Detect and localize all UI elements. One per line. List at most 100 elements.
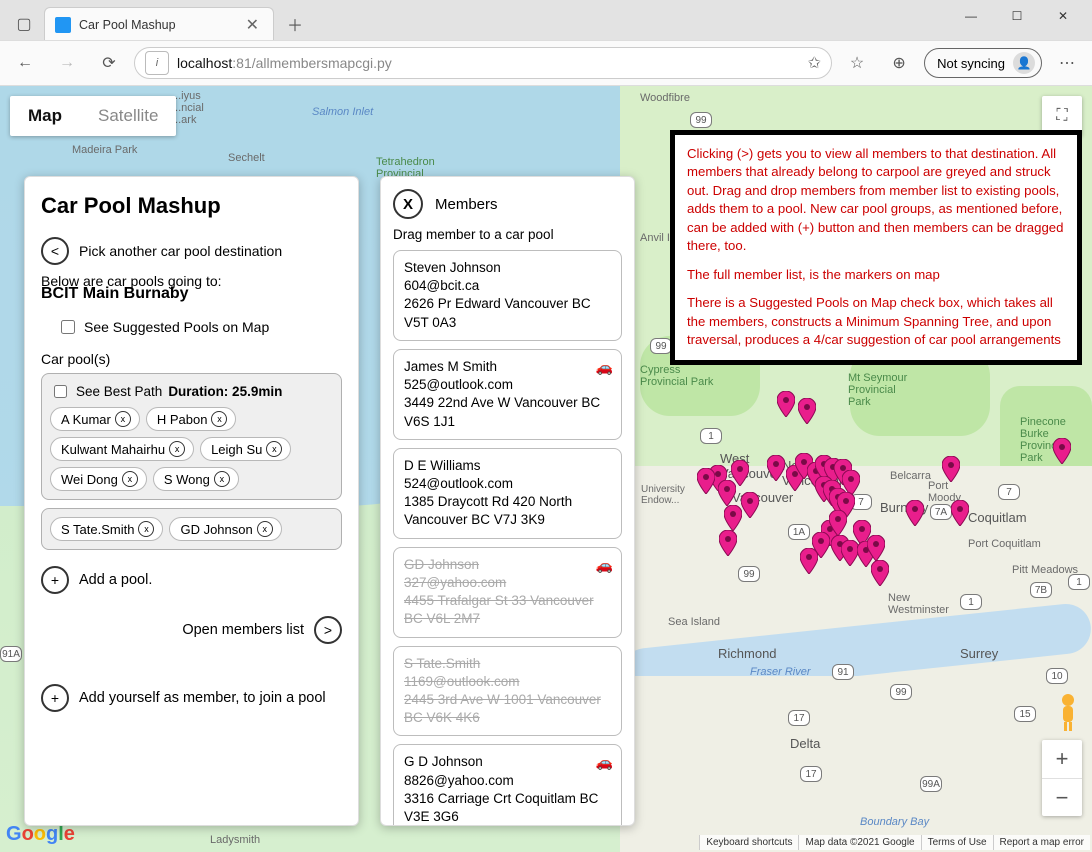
map-marker[interactable] — [800, 548, 818, 574]
member-card[interactable]: G D Johnson8826@yahoo.com3316 Carriage C… — [393, 744, 622, 826]
suggested-label: See Suggested Pools on Map — [84, 319, 269, 335]
new-tab-button[interactable]: ＋ — [280, 9, 310, 39]
maximize-button[interactable]: ☐ — [994, 0, 1040, 32]
pool-member-tag[interactable]: H Pabonx — [146, 407, 237, 431]
remove-tag-icon[interactable]: x — [266, 441, 282, 457]
favorite-icon[interactable]: ✩ — [808, 53, 821, 73]
map-marker[interactable] — [1053, 438, 1071, 464]
favorites-icon[interactable]: ☆ — [840, 46, 874, 80]
collections-icon[interactable]: ⊕ — [882, 46, 916, 80]
member-card[interactable]: D E Williams524@outlook.com1385 Draycott… — [393, 448, 622, 539]
best-path-checkbox[interactable] — [54, 385, 67, 398]
zoom-out-button[interactable]: − — [1042, 778, 1082, 816]
map-type-switcher[interactable]: Map Satellite — [10, 96, 176, 136]
google-logo: Google — [6, 823, 75, 846]
pool-member-tag[interactable]: Leigh Su x — [200, 437, 291, 461]
open-members-button[interactable]: > — [314, 616, 342, 644]
map-marker[interactable] — [697, 468, 715, 494]
tag-label: Leigh Su — [211, 442, 262, 457]
more-menu-icon[interactable]: ⋯ — [1050, 46, 1084, 80]
close-tab-icon[interactable]: ✕ — [242, 15, 263, 35]
best-path-label: See Best Path — [76, 384, 162, 399]
close-members-button[interactable]: X — [393, 189, 423, 219]
map-marker[interactable] — [719, 530, 737, 556]
main-panel: Car Pool Mashup < Pick another car pool … — [24, 176, 359, 826]
map-marker[interactable] — [741, 492, 759, 518]
map-marker[interactable] — [829, 510, 847, 536]
pool-member-tag[interactable]: GD Johnsonx — [169, 517, 281, 541]
member-card[interactable]: GD Johnson327@yahoo.com4455 Trafalgar St… — [393, 547, 622, 638]
refresh-button[interactable]: ⟳ — [92, 46, 126, 80]
back-to-destinations-button[interactable]: < — [41, 237, 69, 265]
remove-tag-icon[interactable]: x — [214, 471, 230, 487]
hwy-shield: 1A — [788, 524, 810, 540]
map-marker[interactable] — [951, 500, 969, 526]
pool-group[interactable]: S Tate.SmithxGD Johnsonx — [41, 508, 342, 550]
pool-member-tag[interactable]: Kulwant Mahairhux — [50, 437, 194, 461]
map-marker[interactable] — [871, 560, 889, 586]
browser-tab[interactable]: Car Pool Mashup ✕ — [44, 7, 274, 41]
tag-label: S Wong — [164, 472, 210, 487]
url-text: localhost:81/allmembersmapcgi.py — [177, 55, 392, 71]
map-label: Madeira Park — [72, 144, 137, 156]
map-label: Woodfibre — [640, 92, 690, 104]
remove-tag-icon[interactable]: x — [115, 411, 131, 427]
member-email: 8826@yahoo.com — [404, 772, 611, 790]
address-bar[interactable]: i localhost:81/allmembersmapcgi.py ✩ — [134, 47, 832, 79]
add-self-button[interactable]: + — [41, 684, 69, 712]
tag-label: A Kumar — [61, 412, 111, 427]
back-button[interactable]: ← — [8, 46, 42, 80]
remove-tag-icon[interactable]: x — [138, 521, 154, 537]
map-marker[interactable] — [942, 456, 960, 482]
remove-tag-icon[interactable]: x — [211, 411, 227, 427]
map-marker[interactable] — [906, 500, 924, 526]
member-card[interactable]: S Tate.Smith1169@outlook.com2445 3rd Ave… — [393, 646, 622, 737]
map-marker[interactable] — [777, 391, 795, 417]
pick-dest-label: Pick another car pool destination — [79, 243, 282, 259]
remove-tag-icon[interactable]: x — [257, 521, 273, 537]
forward-button[interactable]: → — [50, 46, 84, 80]
pool-group[interactable]: See Best Path Duration: 25.9min A Kumar x… — [41, 373, 342, 500]
footer-report[interactable]: Report a map error — [993, 835, 1090, 850]
map-canvas[interactable]: Woodfibre ...iyus ...ncial ...ark Salmon… — [0, 86, 1092, 852]
pool-member-tag[interactable]: Wei Dongx — [50, 467, 147, 491]
add-pool-button[interactable]: + — [41, 566, 69, 594]
map-marker[interactable] — [798, 398, 816, 424]
tag-label: S Tate.Smith — [61, 522, 134, 537]
pool-member-tag[interactable]: S Wong x — [153, 467, 239, 491]
member-name: S Tate.Smith — [404, 655, 611, 673]
suggested-pools-input[interactable] — [61, 320, 75, 334]
hwy-shield: 15 — [1014, 706, 1036, 722]
duration-label: Duration: 25.9min — [168, 384, 282, 399]
member-card[interactable]: Steven Johnson604@bcit.ca2626 Pr Edward … — [393, 250, 622, 341]
members-instruction: Drag member to a car pool — [393, 227, 622, 242]
member-card[interactable]: James M Smith525@outlook.com3449 22nd Av… — [393, 349, 622, 440]
map-marker[interactable] — [724, 505, 742, 531]
member-name: James M Smith — [404, 358, 611, 376]
member-name: D E Williams — [404, 457, 611, 475]
map-type-satellite[interactable]: Satellite — [80, 96, 176, 136]
remove-tag-icon[interactable]: x — [169, 441, 185, 457]
pegman-icon[interactable] — [1054, 692, 1082, 732]
map-marker[interactable] — [718, 480, 736, 506]
map-label: Belcarra — [890, 470, 931, 482]
pool-member-tag[interactable]: A Kumar x — [50, 407, 140, 431]
map-marker[interactable] — [767, 455, 785, 481]
footer-terms[interactable]: Terms of Use — [921, 835, 993, 850]
zoom-in-button[interactable]: + — [1042, 740, 1082, 778]
remove-tag-icon[interactable]: x — [122, 471, 138, 487]
map-marker[interactable] — [867, 535, 885, 561]
map-type-map[interactable]: Map — [10, 96, 80, 136]
tab-actions-icon[interactable]: ▢ — [8, 8, 40, 40]
map-label: Salmon Inlet — [312, 106, 373, 118]
map-label: Pitt Meadows — [1012, 564, 1078, 576]
site-info-icon[interactable]: i — [145, 51, 169, 75]
footer-shortcuts[interactable]: Keyboard shortcuts — [699, 835, 798, 850]
suggested-pools-checkbox[interactable]: See Suggested Pools on Map — [57, 317, 342, 337]
favicon-icon — [55, 17, 71, 33]
map-label: Sechelt — [228, 152, 265, 164]
close-window-button[interactable]: ✕ — [1040, 0, 1086, 32]
minimize-button[interactable]: — — [948, 0, 994, 32]
pool-member-tag[interactable]: S Tate.Smith x — [50, 517, 163, 541]
profile-sync-button[interactable]: Not syncing 👤 — [924, 48, 1042, 78]
